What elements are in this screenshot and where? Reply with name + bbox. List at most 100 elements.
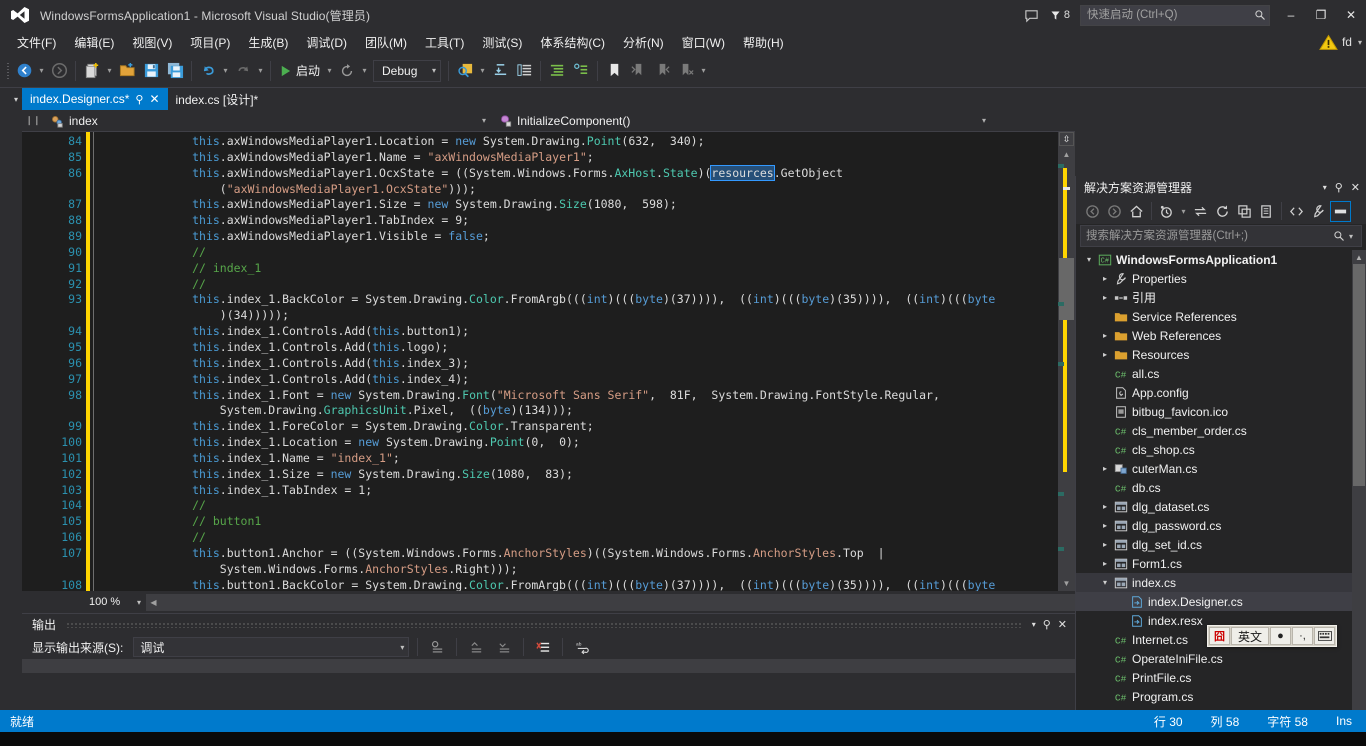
code-line[interactable]: this.index_1.Controls.Add(this.index_3); <box>109 356 1075 372</box>
code-line[interactable]: ("axWindowsMediaPlayer1.OcxState"))); <box>109 182 1075 198</box>
close-button[interactable]: ✕ <box>1336 1 1366 29</box>
step-into-icon[interactable] <box>488 59 512 83</box>
code-line[interactable]: System.Windows.Forms.AnchorStyles.Right)… <box>109 562 1075 578</box>
scroll-up-arrow-icon[interactable]: ▲ <box>1059 147 1074 162</box>
chevron-down-icon[interactable]: ▾ <box>432 66 436 75</box>
tree-item-all-cs[interactable]: C# all.cs <box>1076 364 1366 383</box>
toggle-word-wrap-icon[interactable]: ab <box>571 637 593 657</box>
taskbar-item[interactable] <box>40 732 80 746</box>
output-source-combo[interactable]: 调试 ▾ <box>133 637 410 657</box>
expand-arrow-icon[interactable]: ▸ <box>1098 331 1112 340</box>
tree-item-app-config[interactable]: App.config <box>1076 383 1366 402</box>
menu-window[interactable]: 窗口(W) <box>673 31 734 54</box>
tree-item-dlg-set-id-cs[interactable]: ▸ dlg_set_id.cs <box>1076 535 1366 554</box>
menu-debug[interactable]: 调试(D) <box>297 31 356 54</box>
outlining-margin[interactable] <box>93 132 105 591</box>
menu-project[interactable]: 项目(P) <box>181 31 239 54</box>
chevron-down-icon[interactable]: ▾ <box>400 643 404 652</box>
code-editor[interactable]: 84 85 86 87 88 89 90 91 92 93 94 95 96 97 98 99 100 101 10… <box>22 132 1075 591</box>
tree-item-form1-cs[interactable]: ▸ Form1.cs <box>1076 554 1366 573</box>
solution-explorer-search-input[interactable] <box>1081 229 1329 243</box>
collapse-arrow-icon[interactable]: ▾ <box>1082 255 1096 264</box>
chevron-down-icon[interactable]: ▾ <box>137 598 141 607</box>
restore-button[interactable]: ❐ <box>1306 1 1336 29</box>
scroll-down-arrow-icon[interactable]: ▼ <box>1059 576 1074 591</box>
code-line[interactable]: this.index_1.Size = new System.Drawing.S… <box>109 467 1075 483</box>
taskbar-item[interactable] <box>0 732 40 746</box>
expand-arrow-icon[interactable]: ▸ <box>1098 559 1112 568</box>
expand-arrow-icon[interactable]: ▸ <box>1098 521 1112 530</box>
step-over-icon[interactable] <box>512 59 536 83</box>
glyph-margin[interactable] <box>22 132 52 591</box>
expand-arrow-icon[interactable]: ▸ <box>1098 502 1112 511</box>
tree-item-[interactable]: ▸ 引用 <box>1076 288 1366 307</box>
code-line[interactable]: System.Drawing.GraphicsUnit.Pixel, ((byt… <box>109 403 1075 419</box>
scrollbar-thumb[interactable] <box>1059 258 1074 320</box>
code-line[interactable]: // <box>109 277 1075 293</box>
tree-item-printfile-cs[interactable]: C# PrintFile.cs <box>1076 668 1366 687</box>
close-icon[interactable]: ✕ <box>1351 181 1360 194</box>
window-menu-caret-icon[interactable]: ▾ <box>0 95 18 104</box>
search-options-caret-icon[interactable]: ▾ <box>1349 232 1361 241</box>
comment-lines-icon[interactable] <box>545 59 569 83</box>
menu-edit[interactable]: 编辑(E) <box>65 31 123 54</box>
tree-item-web-references[interactable]: ▸ Web References <box>1076 326 1366 345</box>
menu-architecture[interactable]: 体系结构(C) <box>531 31 614 54</box>
expand-arrow-icon[interactable]: ▸ <box>1098 464 1112 473</box>
member-dropdown[interactable]: InitializeComponent() ▾ <box>492 110 992 131</box>
scroll-left-arrow-icon[interactable]: ◀ <box>146 598 161 607</box>
feedback-smiley-icon[interactable] <box>1019 2 1045 28</box>
chevron-down-icon[interactable]: ▾ <box>1178 207 1189 216</box>
notifications-button[interactable]: 8 <box>1045 9 1074 22</box>
collapse-all-icon[interactable] <box>1234 201 1255 222</box>
show-all-files-icon[interactable] <box>1256 201 1277 222</box>
view-code-icon[interactable] <box>1286 201 1307 222</box>
minimize-button[interactable]: – <box>1276 1 1306 29</box>
code-line[interactable]: this.button1.Anchor = ((System.Windows.F… <box>109 546 1075 562</box>
navigate-back-caret-icon[interactable]: ▾ <box>36 66 47 75</box>
editor-vertical-scrollbar[interactable]: ⇳ ▲ ▼ <box>1058 132 1075 591</box>
magnifier-icon[interactable] <box>1329 230 1349 242</box>
ime-mode-label[interactable]: 英文 <box>1231 627 1269 645</box>
toolbar-grip[interactable] <box>4 61 12 81</box>
menu-team[interactable]: 团队(M) <box>356 31 416 54</box>
tree-item-resources[interactable]: ▸ Resources <box>1076 345 1366 364</box>
sync-with-active-document-icon[interactable] <box>1190 201 1211 222</box>
pending-changes-filter-icon[interactable] <box>1156 201 1177 222</box>
tree-item-properties[interactable]: ▸ Properties <box>1076 269 1366 288</box>
user-caret-icon[interactable]: ▾ <box>1358 38 1362 47</box>
tree-item-windowsformsapplication1[interactable]: ▾ C# WindowsFormsApplication1 <box>1076 250 1366 269</box>
toolbar-overflow-icon[interactable]: ▾ <box>698 66 709 75</box>
properties-wrench-icon[interactable] <box>1308 201 1329 222</box>
menu-tools[interactable]: 工具(T) <box>416 31 473 54</box>
start-debug-caret-icon[interactable]: ▾ <box>324 66 335 75</box>
warning-triangle-icon[interactable] <box>1319 34 1338 51</box>
expand-arrow-icon[interactable]: ▸ <box>1098 293 1112 302</box>
menu-analyze[interactable]: 分析(N) <box>614 31 673 54</box>
output-text-area[interactable] <box>22 659 1075 673</box>
menu-view[interactable]: 视图(V) <box>123 31 181 54</box>
solution-configuration-combo[interactable]: Debug ▾ <box>373 59 442 82</box>
tree-item-service-references[interactable]: Service References <box>1076 307 1366 326</box>
taskbar-item[interactable] <box>120 732 160 746</box>
zoom-level-combo[interactable]: 100 % ▾ <box>86 593 144 611</box>
code-line[interactable]: this.index_1.Location = new System.Drawi… <box>109 435 1075 451</box>
start-debug-button[interactable]: 启动 <box>275 62 324 79</box>
find-caret-icon[interactable]: ▾ <box>477 66 488 75</box>
code-line[interactable]: )(34))))); <box>109 308 1075 324</box>
solution-explorer-scrollbar[interactable]: ▲ ▼ <box>1352 250 1366 746</box>
ime-toolbar[interactable]: 囧 英文 ● ·, <box>1207 625 1337 647</box>
tree-item-bitbug-favicon-ico[interactable]: bitbug_favicon.ico <box>1076 402 1366 421</box>
code-line[interactable]: this.axWindowsMediaPlayer1.Visible = fal… <box>109 229 1075 245</box>
tree-item-index-designer-cs[interactable]: index.Designer.cs <box>1076 592 1366 611</box>
code-line[interactable]: this.axWindowsMediaPlayer1.Location = ne… <box>109 134 1075 150</box>
document-tab-index-designer[interactable]: index.Designer.cs* ⚲ ✕ <box>22 88 168 110</box>
expand-arrow-icon[interactable]: ▸ <box>1098 274 1112 283</box>
tree-item-dlg-password-cs[interactable]: ▸ dlg_password.cs <box>1076 516 1366 535</box>
magnifier-icon[interactable] <box>1251 2 1269 28</box>
find-message-icon[interactable] <box>426 637 448 657</box>
window-menu-caret-icon[interactable]: ▾ <box>1323 183 1327 192</box>
code-line[interactable]: this.index_1.Name = "index_1"; <box>109 451 1075 467</box>
user-account-label[interactable]: fd <box>1342 35 1354 49</box>
window-menu-caret-icon[interactable]: ▾ <box>1032 620 1036 629</box>
